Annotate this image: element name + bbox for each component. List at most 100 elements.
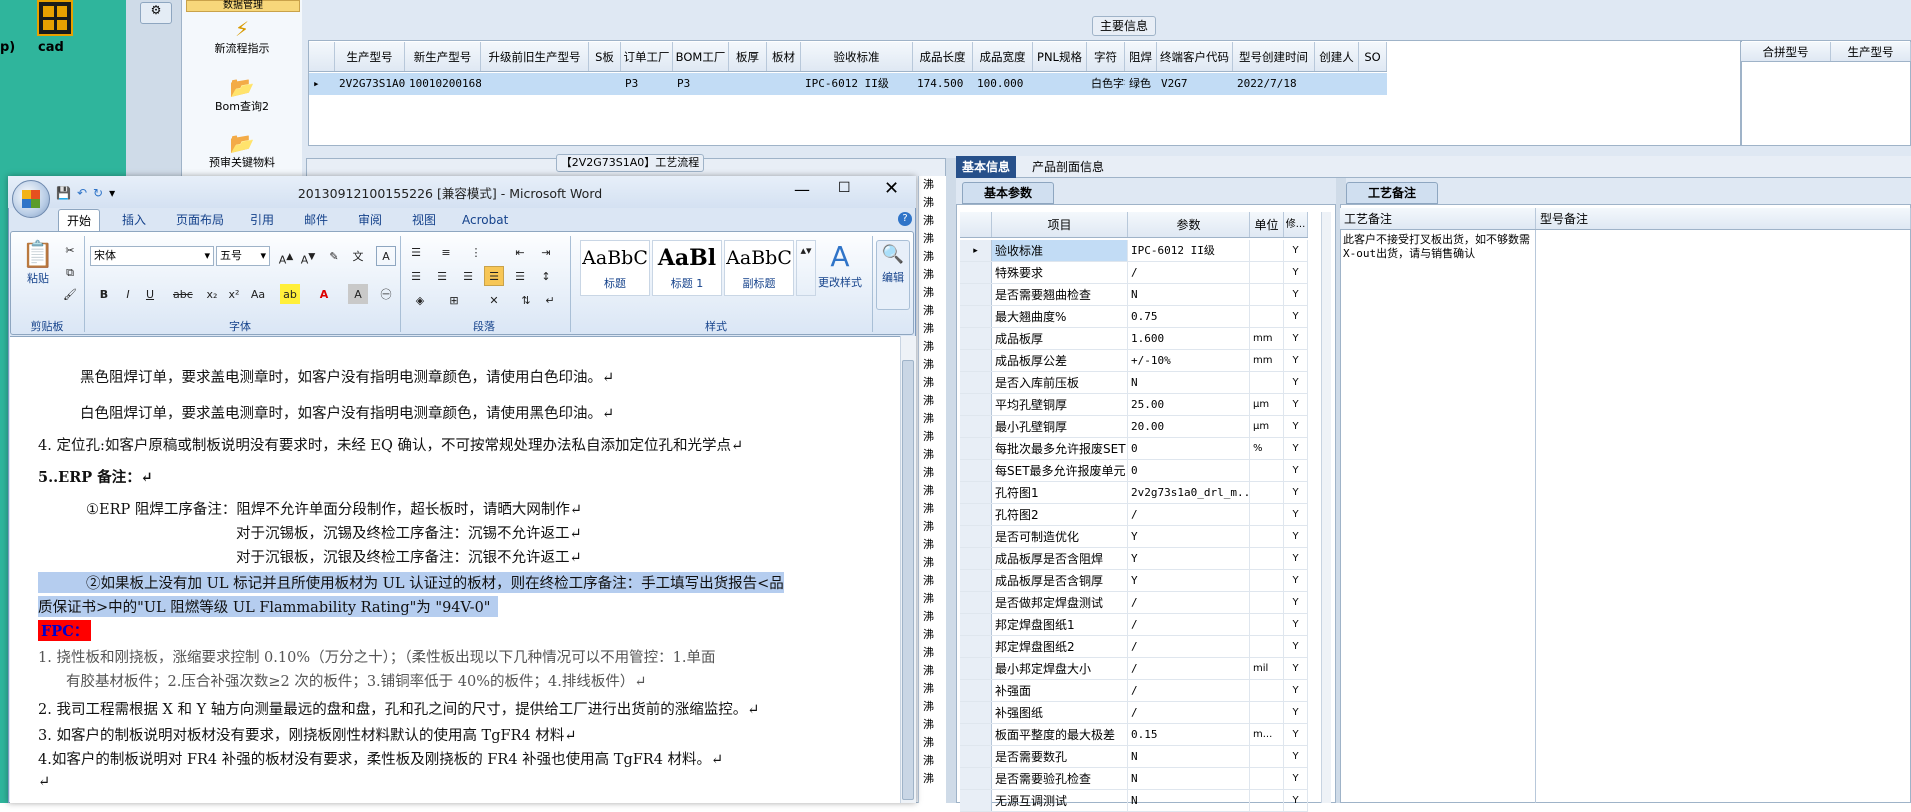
process-step[interactable]: 沸	[923, 752, 946, 770]
table-cell[interactable]: Y	[1284, 724, 1308, 745]
table-cell[interactable]: 成品板厚公差	[992, 350, 1128, 371]
bullets-icon[interactable]: ☰	[406, 242, 426, 262]
edit-button[interactable]: 🔍 编辑	[876, 240, 910, 310]
table-cell[interactable]: 无源互调测试	[992, 790, 1128, 811]
table-row[interactable]: 孔符图1 2v2g73s1a0_drl_m... Y	[960, 482, 1308, 504]
clear-format-icon[interactable]: ✎	[324, 246, 344, 266]
table-cell[interactable]	[1359, 73, 1387, 95]
table-cell[interactable]: 是否可制造优化	[992, 526, 1128, 547]
process-step[interactable]: 沸	[923, 428, 946, 446]
table-cell[interactable]: Y	[1284, 658, 1308, 679]
table-cell[interactable]	[1250, 614, 1284, 635]
table-cell[interactable]	[1250, 636, 1284, 657]
table-cell[interactable]: /	[1128, 262, 1250, 283]
table-row[interactable]: 是否需要数孔 N Y	[960, 746, 1308, 768]
char-shading-icon[interactable]: A	[348, 284, 368, 304]
process-step[interactable]: 沸	[923, 338, 946, 356]
table-cell[interactable]: /	[1128, 702, 1250, 723]
tab-craft-notes[interactable]: 工艺备注	[1346, 182, 1438, 204]
process-step[interactable]: 沸	[923, 698, 946, 716]
table-cell[interactable]	[1250, 482, 1284, 503]
column-header[interactable]: 合拼型号	[1741, 42, 1831, 61]
process-step[interactable]: 沸	[923, 662, 946, 680]
column-header[interactable]: 验收标准	[801, 42, 913, 71]
table-cell[interactable]: Y	[1284, 460, 1308, 481]
decrease-indent-icon[interactable]: ⇤	[510, 242, 530, 262]
table-cell[interactable]: 板面平整度的最大极差	[992, 724, 1128, 745]
column-header[interactable]: 成品宽度	[973, 42, 1033, 71]
table-cell[interactable]: 每批次最多允许报废SET	[992, 438, 1128, 459]
table-cell[interactable]: 2V2G73S1A0	[335, 73, 405, 95]
column-header[interactable]: PNL规格	[1033, 42, 1087, 71]
column-header[interactable]: SO	[1359, 42, 1387, 71]
process-step[interactable]: 沸	[923, 518, 946, 536]
table-cell[interactable]: Y	[1284, 592, 1308, 613]
table-cell[interactable]: 成品板厚是否含铜厚	[992, 570, 1128, 591]
column-header[interactable]: 参数	[1128, 212, 1250, 237]
process-step[interactable]: 沸	[923, 770, 946, 788]
column-header[interactable]: 升级前旧生产型号	[481, 42, 589, 71]
italic-icon[interactable]: I	[118, 284, 138, 304]
bold-icon[interactable]: B	[94, 284, 114, 304]
tab-acrobat[interactable]: Acrobat	[454, 209, 516, 231]
table-cell[interactable]: Y	[1284, 548, 1308, 569]
table-cell[interactable]: /	[1128, 614, 1250, 635]
table-row[interactable]: 成品板厚 1.600 mm Y	[960, 328, 1308, 350]
table-cell[interactable]: N	[1128, 284, 1250, 305]
column-header[interactable]: 板厚	[729, 42, 767, 71]
tab-insert[interactable]: 插入	[114, 209, 154, 231]
table-cell[interactable]: Y	[1284, 438, 1308, 459]
process-step[interactable]: 沸	[923, 230, 946, 248]
table-cell[interactable]: Y	[1284, 328, 1308, 349]
table-row[interactable]: 平均孔壁铜厚 25.00 μm Y	[960, 394, 1308, 416]
paste-button[interactable]: 📋 粘贴	[20, 240, 56, 286]
table-cell[interactable]: Y	[1284, 504, 1308, 525]
process-step-list[interactable]: 沸沸沸沸沸沸沸沸沸沸沸沸沸沸沸沸沸沸沸沸沸沸沸沸沸沸沸沸沸沸沸沸沸沸	[918, 176, 946, 803]
column-header[interactable]: 型号创建时间	[1233, 42, 1315, 71]
table-cell[interactable]: 成品板厚是否含阻焊	[992, 548, 1128, 569]
increase-indent-icon[interactable]: ⇥	[536, 242, 556, 262]
table-cell[interactable]: V2G7	[1157, 73, 1233, 95]
column-header[interactable]: 生产型号	[1831, 42, 1911, 61]
process-step[interactable]: 沸	[923, 482, 946, 500]
table-cell[interactable]	[1250, 790, 1284, 811]
cad-app-icon[interactable]	[37, 0, 73, 36]
splitter[interactable]	[946, 158, 956, 803]
tab-basic-params[interactable]: 基本参数	[962, 182, 1054, 204]
table-cell[interactable]: %	[1250, 438, 1284, 459]
table-row[interactable]: 补强图纸 / Y	[960, 702, 1308, 724]
table-cell[interactable]: 是否需要验孔检查	[992, 768, 1128, 789]
process-step[interactable]: 沸	[923, 572, 946, 590]
table-cell[interactable]: Y	[1284, 372, 1308, 393]
column-header[interactable]: 项目	[992, 212, 1128, 237]
table-cell[interactable]	[1250, 504, 1284, 525]
column-header[interactable]: 阻焊	[1125, 42, 1157, 71]
process-step[interactable]: 沸	[923, 716, 946, 734]
process-step[interactable]: 沸	[923, 410, 946, 428]
table-cell[interactable]: Y	[1284, 680, 1308, 701]
table-cell[interactable]: Y	[1284, 768, 1308, 789]
process-step[interactable]: 沸	[923, 356, 946, 374]
table-cell[interactable]: 0	[1128, 438, 1250, 459]
table-cell[interactable]: Y	[1284, 240, 1308, 261]
table-cell[interactable]: /	[1128, 658, 1250, 679]
table-cell[interactable]: 0	[1128, 460, 1250, 481]
table-cell[interactable]	[1250, 284, 1284, 305]
table-cell[interactable]	[1250, 372, 1284, 393]
tab-references[interactable]: 引用	[242, 209, 282, 231]
help-icon[interactable]: ?	[898, 212, 912, 226]
borders-icon[interactable]: ⊞	[444, 290, 464, 310]
table-row[interactable]: 成品板厚公差 +/-10% mm Y	[960, 350, 1308, 372]
table-cell[interactable]: Y	[1284, 614, 1308, 635]
process-step[interactable]: 沸	[923, 392, 946, 410]
phonetic-guide-icon[interactable]: 文	[348, 246, 368, 266]
sort-icon[interactable]: ⇅	[516, 290, 536, 310]
nav-item-bom-query[interactable]: 📂 Bom查询2	[182, 76, 302, 114]
table-cell[interactable]: N	[1128, 746, 1250, 767]
table-cell[interactable]: 是否需要翘曲检查	[992, 284, 1128, 305]
table-cell[interactable]: 每SET最多允许报废单元	[992, 460, 1128, 481]
minimize-icon[interactable]: —	[794, 180, 810, 199]
cut-icon[interactable]: ✂	[60, 240, 80, 260]
table-cell[interactable]: mm	[1250, 350, 1284, 371]
table-cell[interactable]: /	[1128, 504, 1250, 525]
